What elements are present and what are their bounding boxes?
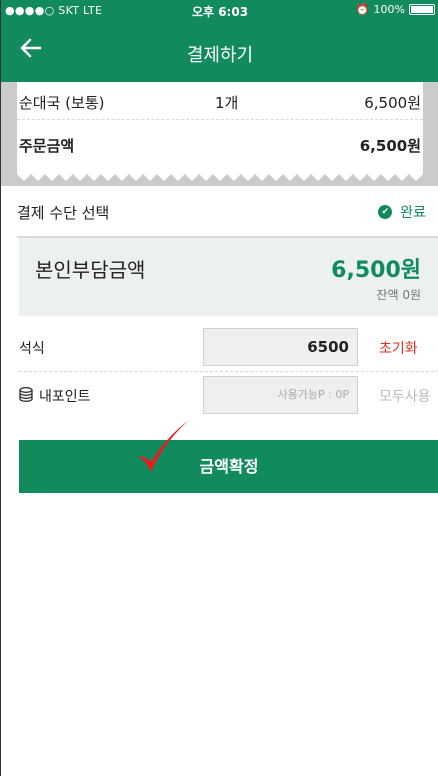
reset-button[interactable]: 초기화 bbox=[379, 338, 418, 358]
order-summary: 순대국 (보통) 1개 6,500원 주문금액 6,500원 bbox=[1, 82, 438, 186]
payment-method-status: ✔ 완료 bbox=[378, 202, 426, 222]
page-title: 결제하기 bbox=[186, 45, 254, 66]
meal-label: 석식 bbox=[19, 341, 45, 357]
red-checkmark-icon bbox=[137, 420, 189, 472]
payment-method-title: 결제 수단 선택 bbox=[17, 204, 110, 222]
meal-row: 석식 6500 초기화 bbox=[19, 324, 438, 372]
self-pay-value: 6,500원 bbox=[331, 258, 421, 283]
app-frame: ●●●●○ SKT LTE 오후 6:03 ⏰ 100% 결제하기 순대국 (보… bbox=[0, 0, 438, 776]
self-pay-box: 본인부담금액 6,500원 잔액 0원 bbox=[19, 238, 438, 316]
alarm-icon: ⏰ bbox=[355, 3, 370, 16]
use-all-button[interactable]: 모두사용 bbox=[379, 386, 431, 406]
app-header: 결제하기 bbox=[1, 22, 438, 82]
item-price: 6,500원 bbox=[364, 94, 421, 112]
total-value: 6,500원 bbox=[359, 137, 421, 155]
receipt-card: 순대국 (보통) 1개 6,500원 주문금액 6,500원 bbox=[17, 82, 423, 174]
item-qty: 1개 bbox=[215, 94, 239, 112]
points-input[interactable]: 사용가능P : 0P bbox=[203, 376, 358, 414]
self-pay-label: 본인부담금액 bbox=[35, 258, 146, 282]
check-circle-icon: ✔ bbox=[378, 205, 393, 219]
balance-text: 잔액 0원 bbox=[376, 288, 421, 302]
status-label: 완료 bbox=[400, 205, 426, 221]
meal-amount-input[interactable]: 6500 bbox=[203, 328, 358, 366]
battery-icon bbox=[409, 4, 435, 15]
item-name: 순대국 (보통) bbox=[19, 94, 105, 112]
status-bar: ●●●●○ SKT LTE 오후 6:03 ⏰ 100% bbox=[1, 0, 438, 22]
points-label-group: 내포인트 bbox=[19, 386, 91, 406]
battery-percent: 100% bbox=[373, 3, 405, 16]
database-icon bbox=[19, 386, 33, 406]
confirm-amount-button[interactable]: 금액확정 bbox=[19, 440, 438, 493]
status-right: ⏰ 100% bbox=[356, 3, 435, 16]
order-total-row: 주문금액 6,500원 bbox=[17, 125, 423, 163]
order-item-row: 순대국 (보통) 1개 6,500원 bbox=[17, 82, 423, 120]
points-label: 내포인트 bbox=[39, 389, 91, 405]
receipt-zigzag-edge bbox=[17, 174, 423, 181]
total-label: 주문금액 bbox=[19, 137, 75, 155]
points-row: 내포인트 사용가능P : 0P 모두사용 bbox=[19, 372, 438, 420]
